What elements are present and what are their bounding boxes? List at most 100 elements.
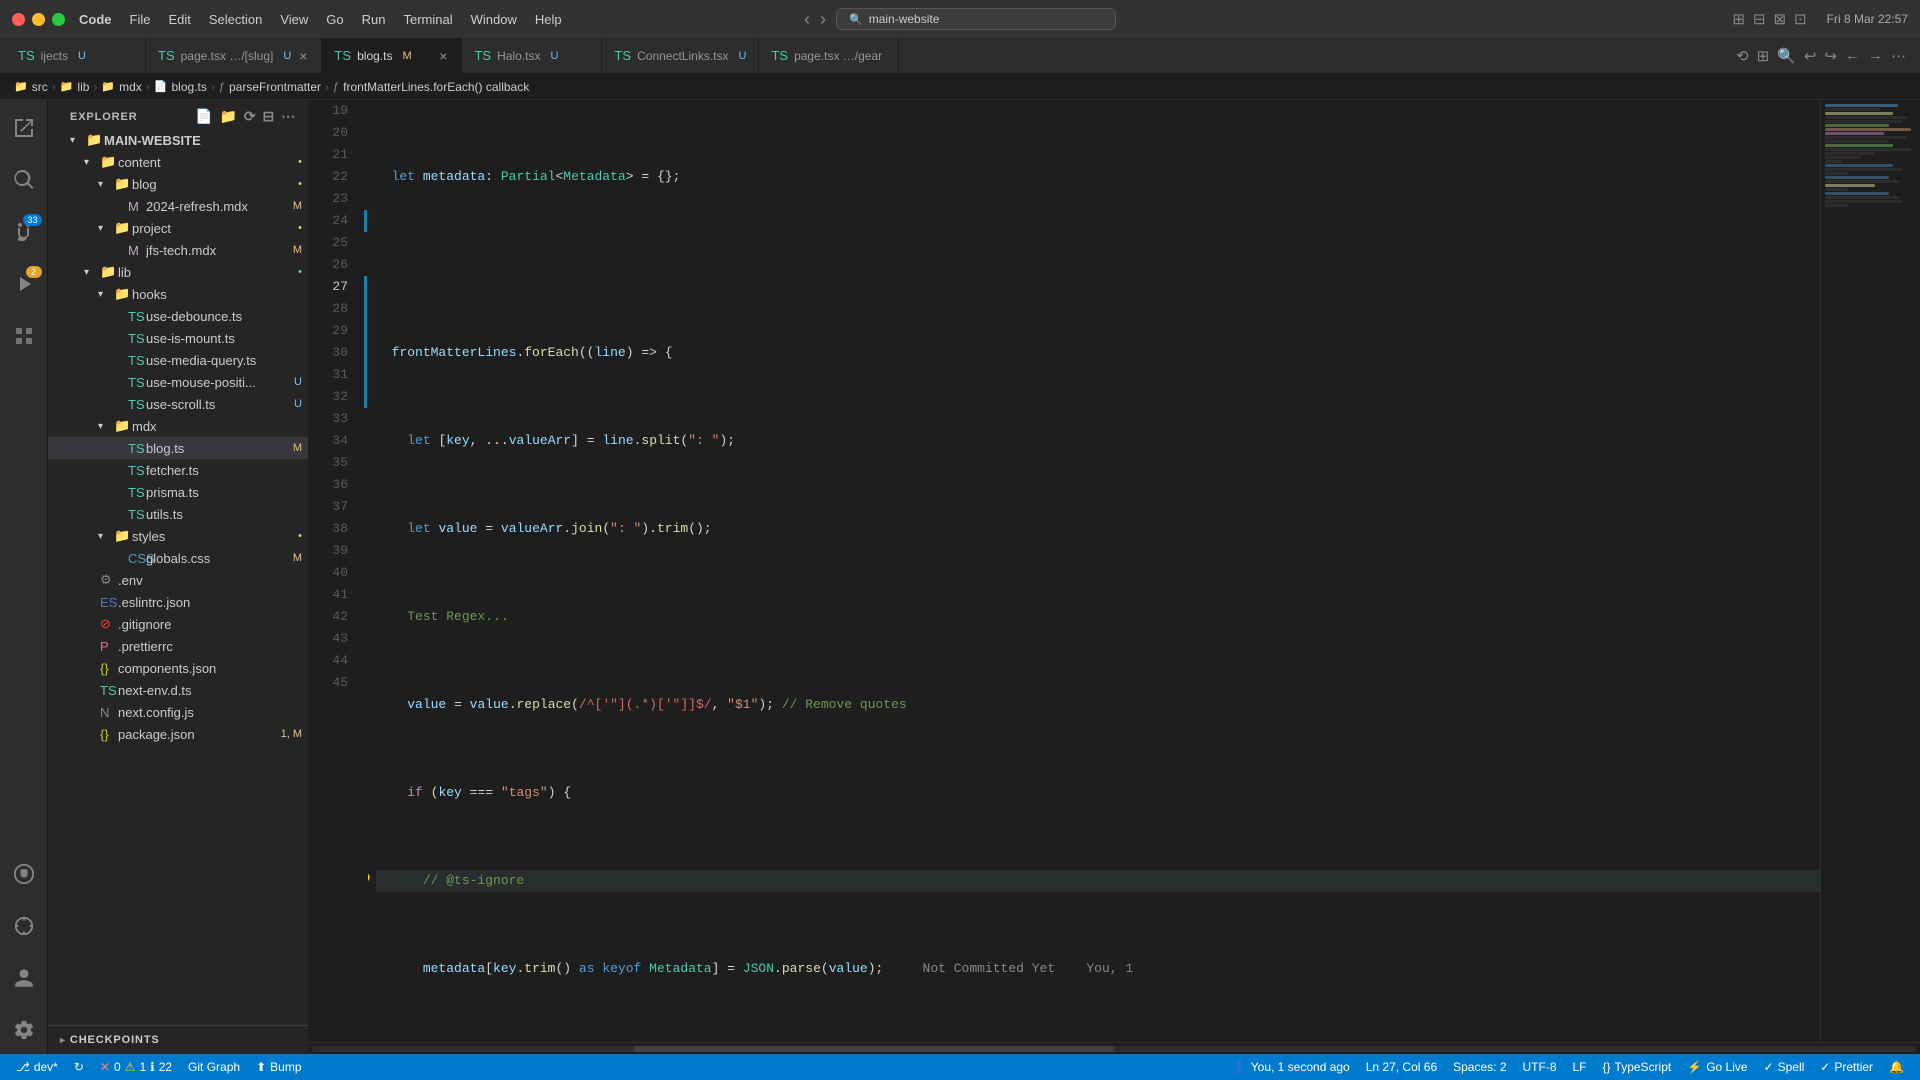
breadcrumb-src[interactable]: src <box>32 80 48 94</box>
sidebar-item-env[interactable]: ▸ ⚙ .env <box>48 569 308 591</box>
menu-window[interactable]: Window <box>471 12 517 27</box>
sidebar-item-styles[interactable]: ▾ 📁 styles • <box>48 525 308 547</box>
sidebar-item-use-media-query[interactable]: ▸ TS use-media-query.ts <box>48 349 308 371</box>
sidebar-item-eslint[interactable]: ▸ ES .eslintrc.json <box>48 591 308 613</box>
status-errors[interactable]: ✕ 0 ⚠ 1 ℹ 22 <box>92 1054 180 1080</box>
checkpoints-header[interactable]: ▸ CHECKPOINTS <box>48 1030 308 1050</box>
status-bump[interactable]: ⬆ Bump <box>248 1054 309 1080</box>
activity-extensions[interactable] <box>0 312 48 360</box>
menu-terminal[interactable]: Terminal <box>404 12 453 27</box>
tab-page-gear[interactable]: TS page.tsx …/gear <box>759 38 899 74</box>
menu-selection[interactable]: Selection <box>209 12 262 27</box>
history-icon[interactable]: ⟲ <box>1736 47 1749 65</box>
sidebar-item-blog-folder[interactable]: ▾ 📁 blog • <box>48 173 308 195</box>
new-folder-icon[interactable]: 📁 <box>220 108 238 125</box>
menu-go[interactable]: Go <box>326 12 343 27</box>
menu-code[interactable]: Code <box>79 12 112 27</box>
status-spaces[interactable]: Spaces: 2 <box>1445 1054 1514 1080</box>
traffic-lights[interactable] <box>12 13 65 26</box>
activity-search[interactable] <box>0 156 48 204</box>
nav-forward-button[interactable]: › <box>820 9 826 30</box>
activity-copilot[interactable] <box>0 850 48 898</box>
collapse-all-icon[interactable]: ⊟ <box>262 108 275 125</box>
activity-remote[interactable] <box>0 902 48 950</box>
sidebar-item-prisma[interactable]: ▸ TS prisma.ts <box>48 481 308 503</box>
status-git-graph[interactable]: Git Graph <box>180 1054 248 1080</box>
sidebar-item-2024-refresh[interactable]: ▸ M 2024-refresh.mdx M <box>48 195 308 217</box>
menu-edit[interactable]: Edit <box>168 12 190 27</box>
sidebar-item-components-json[interactable]: ▸ {} components.json <box>48 657 308 679</box>
sidebar-item-project-folder[interactable]: ▾ 📁 project • <box>48 217 308 239</box>
tab-blog-ts[interactable]: TS blog.ts M × <box>322 38 462 74</box>
sidebar-item-blog-ts[interactable]: ▸ TS blog.ts M <box>48 437 308 459</box>
breadcrumb-parsefrontmatter[interactable]: parseFrontmatter <box>229 80 321 94</box>
tab-ijects[interactable]: TS ijects U <box>6 38 146 74</box>
activity-accounts[interactable] <box>0 954 48 1002</box>
search-replace-icon[interactable]: 🔍 <box>1777 47 1796 65</box>
scrollbar-track[interactable] <box>312 1046 1916 1052</box>
search-bar[interactable]: 🔍 main-website <box>836 8 1116 30</box>
undo-icon[interactable]: ↩ <box>1804 47 1817 65</box>
bulb-icon[interactable]: 💡 <box>368 870 373 892</box>
status-go-live[interactable]: ⚡ Go Live <box>1679 1054 1755 1080</box>
breadcrumb-mdx[interactable]: mdx <box>119 80 142 94</box>
sidebar-item-gitignore[interactable]: ▸ ⊘ .gitignore <box>48 613 308 635</box>
more-actions-icon[interactable]: ⋯ <box>1891 47 1906 65</box>
sidebar-item-use-mouse-position[interactable]: ▸ TS use-mouse-positi... U <box>48 371 308 393</box>
sidebar-item-next-config[interactable]: ▸ N next.config.js <box>48 701 308 723</box>
status-encoding[interactable]: UTF-8 <box>1515 1054 1565 1080</box>
new-file-icon[interactable]: 📄 <box>195 108 213 125</box>
sidebar-item-use-debounce[interactable]: ▸ TS use-debounce.ts <box>48 305 308 327</box>
nav-back-button[interactable]: ‹ <box>804 9 810 30</box>
sidebar-item-use-is-mount[interactable]: ▸ TS use-is-mount.ts <box>48 327 308 349</box>
editor-scrollbar[interactable] <box>308 1042 1920 1054</box>
layout-icon-3[interactable]: ⊠ <box>1773 10 1786 28</box>
sidebar-item-utils[interactable]: ▸ TS utils.ts <box>48 503 308 525</box>
activity-explorer[interactable] <box>0 104 48 152</box>
breadcrumb-foreach[interactable]: frontMatterLines.forEach() callback <box>343 80 529 94</box>
activity-source-control[interactable]: 33 <box>0 208 48 256</box>
status-language[interactable]: {} TypeScript <box>1595 1054 1680 1080</box>
breadcrumb-blog-ts[interactable]: blog.ts <box>172 80 207 94</box>
tab-page-slug[interactable]: TS page.tsx …/[slug] U × <box>146 38 322 74</box>
activity-run[interactable]: 2 <box>0 260 48 308</box>
activity-settings[interactable] <box>0 1006 48 1054</box>
sidebar-item-mdx-folder[interactable]: ▾ 📁 mdx <box>48 415 308 437</box>
status-notifications[interactable]: 🔔 <box>1881 1054 1912 1080</box>
menu-help[interactable]: Help <box>535 12 562 27</box>
layout-icon-1[interactable]: ⊞ <box>1732 10 1745 28</box>
menu-file[interactable]: File <box>130 12 151 27</box>
sidebar-item-fetcher[interactable]: ▸ TS fetcher.ts <box>48 459 308 481</box>
sidebar-item-next-env[interactable]: ▸ TS next-env.d.ts <box>48 679 308 701</box>
sidebar-item-use-scroll[interactable]: ▸ TS use-scroll.ts U <box>48 393 308 415</box>
tab-close-3[interactable]: × <box>437 47 449 65</box>
tab-connect-links[interactable]: TS ConnectLinks.tsx U <box>602 38 759 74</box>
close-button[interactable] <box>12 13 25 26</box>
layout-icon-4[interactable]: ⊡ <box>1794 10 1807 28</box>
status-line-ending[interactable]: LF <box>1565 1054 1595 1080</box>
status-position[interactable]: Ln 27, Col 66 <box>1358 1054 1445 1080</box>
sidebar-item-package-json[interactable]: ▸ {} package.json 1, M <box>48 723 308 745</box>
scrollbar-thumb[interactable] <box>633 1046 1114 1052</box>
status-author[interactable]: 👤 You, 1 second ago <box>1224 1054 1358 1080</box>
sidebar-project-root[interactable]: ▾ 📁 MAIN-WEBSITE <box>48 129 308 151</box>
refresh-icon[interactable]: ⟳ <box>244 108 257 125</box>
redo-icon[interactable]: ↪ <box>1824 47 1837 65</box>
status-prettier[interactable]: ✓ Prettier <box>1812 1054 1881 1080</box>
menu-view[interactable]: View <box>280 12 308 27</box>
sidebar-item-lib[interactable]: ▾ 📁 lib • <box>48 261 308 283</box>
prev-change-icon[interactable]: ← <box>1845 47 1860 64</box>
split-editor-icon[interactable]: ⊞ <box>1757 47 1770 65</box>
minimize-button[interactable] <box>32 13 45 26</box>
status-sync[interactable]: ↻ <box>66 1054 92 1080</box>
sidebar-item-content[interactable]: ▾ 📁 content • <box>48 151 308 173</box>
more-icon[interactable]: ⋯ <box>281 108 296 125</box>
maximize-button[interactable] <box>52 13 65 26</box>
status-spell[interactable]: ✓ Spell <box>1756 1054 1813 1080</box>
sidebar-item-hooks[interactable]: ▾ 📁 hooks <box>48 283 308 305</box>
breadcrumb-lib[interactable]: lib <box>77 80 89 94</box>
tab-close-2[interactable]: × <box>297 47 309 65</box>
sidebar-item-jfs-tech[interactable]: ▸ M jfs-tech.mdx M <box>48 239 308 261</box>
sidebar-item-prettierrc[interactable]: ▸ P .prettierrc <box>48 635 308 657</box>
next-change-icon[interactable]: → <box>1868 47 1883 64</box>
